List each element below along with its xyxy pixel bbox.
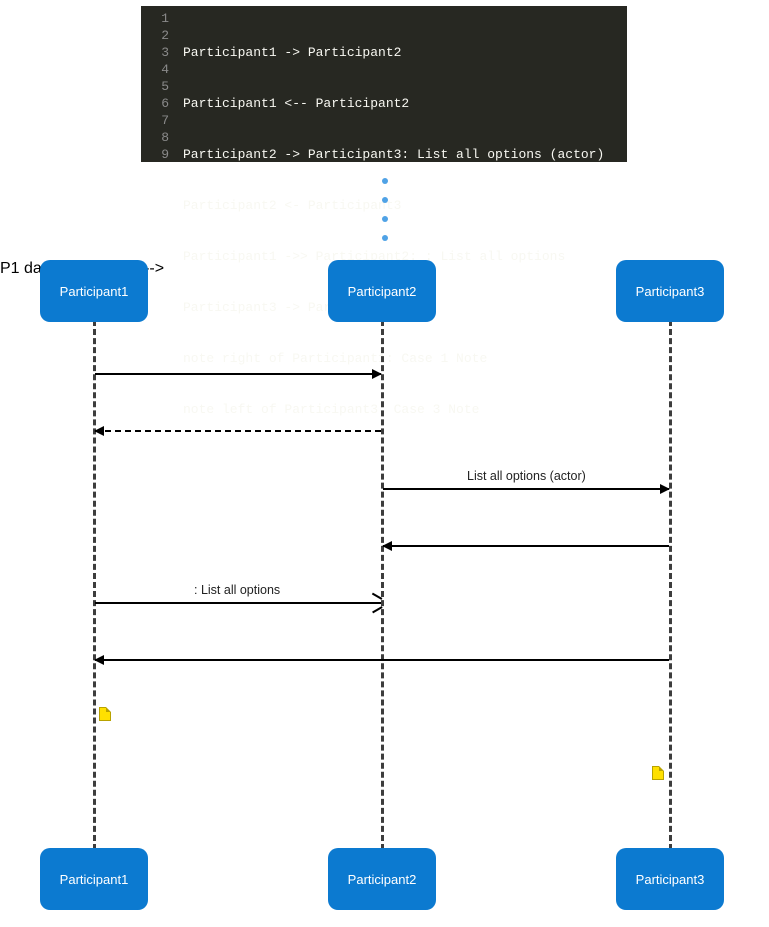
dot-icon: [382, 197, 388, 203]
arrowhead-open-right-icon: [372, 598, 382, 608]
message-label-3: List all options (actor): [467, 469, 586, 483]
message-label-5: : List all options: [194, 583, 280, 597]
participant-box-p1-top[interactable]: Participant1: [40, 260, 148, 322]
code-line: Participant1 <-- Participant2: [183, 95, 604, 112]
arrowhead-right-icon: [660, 484, 670, 494]
line-number: 2: [141, 27, 169, 44]
line-number: 7: [141, 112, 169, 129]
dot-icon: [382, 235, 388, 241]
message-arrow-2[interactable]: [95, 430, 381, 432]
connector-dots: [382, 178, 388, 241]
dot-icon: [382, 216, 388, 222]
lifeline-p2: [381, 320, 384, 850]
line-number: 6: [141, 95, 169, 112]
participant-box-p2-bottom[interactable]: Participant2: [328, 848, 436, 910]
line-number-gutter: 1 2 3 4 5 6 7 8 9: [141, 6, 177, 162]
participant-label: Participant1: [60, 284, 129, 299]
lifeline-p3: [669, 320, 672, 850]
message-arrow-1[interactable]: [95, 373, 381, 375]
participant-box-p3-top[interactable]: Participant3: [616, 260, 724, 322]
line-number: 9: [141, 146, 169, 163]
line-number: 3: [141, 44, 169, 61]
note-icon-p3[interactable]: [652, 766, 664, 780]
dot-icon: [382, 178, 388, 184]
participant-box-p2-top[interactable]: Participant2: [328, 260, 436, 322]
participant-box-p3-bottom[interactable]: Participant3: [616, 848, 724, 910]
message-arrow-6[interactable]: [95, 659, 669, 661]
lifeline-p1: [93, 320, 96, 850]
line-number: 1: [141, 10, 169, 27]
line-number: 5: [141, 78, 169, 95]
line-number: 8: [141, 129, 169, 146]
participant-label: Participant3: [636, 872, 705, 887]
code-content[interactable]: Participant1 -> Participant2 Participant…: [177, 6, 604, 162]
line-number: 4: [141, 61, 169, 78]
arrowhead-right-icon: [372, 369, 382, 379]
arrowhead-left-icon: [382, 541, 392, 551]
participant-label: Participant1: [60, 872, 129, 887]
participant-box-p1-bottom[interactable]: Participant1: [40, 848, 148, 910]
participant-label: Participant2: [348, 284, 417, 299]
code-line: Participant2 <- Participant3: [183, 197, 604, 214]
code-line: Participant1 -> Participant2: [183, 44, 604, 61]
sequence-diagram: Participant1 Participant2 Participant3 P…: [0, 260, 769, 920]
participant-label: Participant3: [636, 284, 705, 299]
message-arrow-3[interactable]: [383, 488, 669, 490]
message-arrow-4[interactable]: [383, 545, 669, 547]
participant-label: Participant2: [348, 872, 417, 887]
code-editor[interactable]: 1 2 3 4 5 6 7 8 9 Participant1 -> Partic…: [141, 6, 627, 162]
code-line: Participant2 -> Participant3: List all o…: [183, 146, 604, 163]
arrowhead-left-icon: [94, 655, 104, 665]
message-arrow-5[interactable]: [95, 602, 381, 604]
arrowhead-left-icon: [94, 426, 104, 436]
note-icon-p1[interactable]: [99, 707, 111, 721]
